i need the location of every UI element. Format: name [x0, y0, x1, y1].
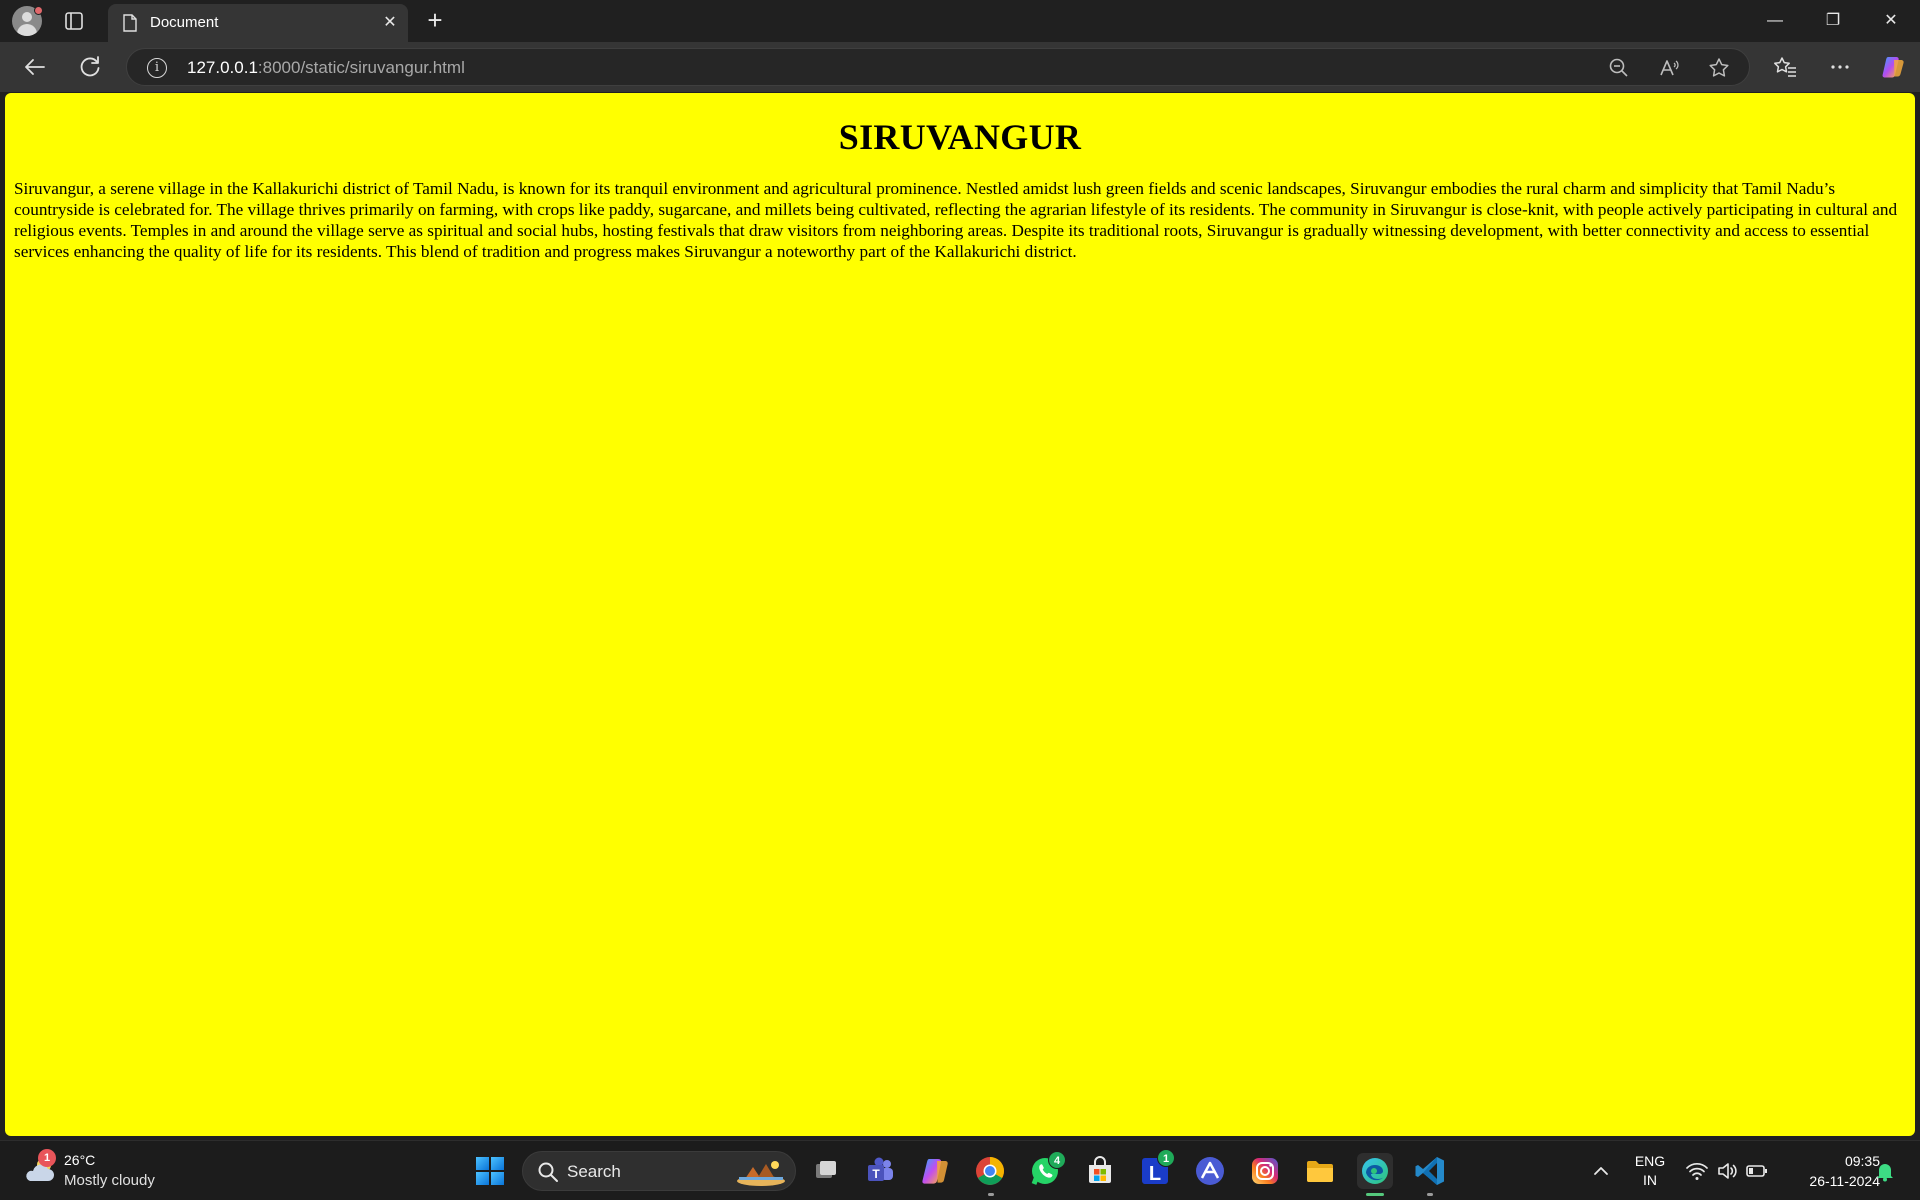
- vscode-running-indicator: [1427, 1193, 1433, 1196]
- minimize-icon[interactable]: —: [1752, 6, 1798, 36]
- close-tab-icon[interactable]: ✕: [380, 13, 400, 33]
- page-paragraph: Siruvangur, a serene village in the Kall…: [14, 179, 1898, 261]
- profile-notification-dot: [34, 6, 43, 15]
- clock-time: 09:35: [1844, 1153, 1880, 1169]
- volume-icon[interactable]: [1715, 1159, 1739, 1183]
- more-options-icon[interactable]: [1827, 54, 1853, 80]
- windows-start-icon[interactable]: [474, 1155, 506, 1187]
- copilot-icon[interactable]: [1880, 54, 1906, 80]
- show-hidden-icons-chevron-icon[interactable]: [1590, 1160, 1612, 1182]
- clock-date: 26-11-2024: [1809, 1173, 1880, 1189]
- tab-title: Document: [150, 14, 219, 31]
- arc-app-icon[interactable]: [1192, 1153, 1228, 1189]
- url-path: :8000/static/siruvangur.html: [257, 58, 465, 77]
- search-label: Search: [567, 1162, 621, 1181]
- tab-actions-icon[interactable]: [62, 10, 86, 32]
- chrome-icon[interactable]: [972, 1153, 1008, 1189]
- url-host: 127.0.0.1: [187, 58, 258, 77]
- l-app-badge: 1: [1157, 1149, 1175, 1167]
- browser-toolbar: i 127.0.0.1:8000/static/siruvangur.html: [0, 42, 1920, 92]
- edge-active-indicator: [1366, 1193, 1384, 1196]
- microsoft-store-icon[interactable]: [1082, 1153, 1118, 1189]
- weather-temperature: 26°C: [64, 1152, 96, 1168]
- edge-icon[interactable]: [1357, 1153, 1393, 1189]
- zoom-out-icon[interactable]: [1607, 56, 1631, 80]
- page-icon: [123, 14, 137, 32]
- file-explorer-icon[interactable]: [1302, 1153, 1338, 1189]
- back-arrow-icon[interactable]: [20, 52, 50, 82]
- favorites-icon[interactable]: [1772, 54, 1798, 80]
- instagram-icon[interactable]: [1247, 1153, 1283, 1189]
- whatsapp-badge: 4: [1048, 1151, 1066, 1169]
- site-info-icon[interactable]: i: [147, 58, 167, 78]
- page-viewport: SIRUVANGUR Siruvangur, a serene village …: [5, 93, 1915, 1136]
- chrome-running-indicator: [988, 1193, 994, 1196]
- weather-alert-badge: 1: [38, 1149, 56, 1167]
- taskbar: 1 26°C Mostly cloudy Search T 4 L 1 ENG …: [0, 1140, 1920, 1200]
- task-view-icon[interactable]: [808, 1153, 844, 1189]
- svg-text:T: T: [872, 1167, 880, 1181]
- tab-document[interactable]: Document ✕: [108, 4, 408, 42]
- page-heading: SIRUVANGUR: [838, 117, 1082, 157]
- battery-icon[interactable]: [1745, 1159, 1769, 1183]
- taskbar-search[interactable]: Search: [522, 1151, 796, 1191]
- close-window-icon[interactable]: ✕: [1868, 6, 1914, 36]
- url-text[interactable]: 127.0.0.1:8000/static/siruvangur.html: [187, 58, 465, 78]
- copilot-app-icon[interactable]: [917, 1153, 953, 1189]
- notification-bell-icon[interactable]: [1874, 1160, 1896, 1182]
- svg-text:L: L: [1149, 1163, 1161, 1185]
- language-code: ENG: [1634, 1153, 1666, 1169]
- new-tab-icon[interactable]: +: [422, 7, 448, 34]
- favorite-star-icon[interactable]: [1707, 56, 1731, 80]
- address-bar[interactable]: i 127.0.0.1:8000/static/siruvangur.html: [126, 48, 1750, 86]
- refresh-icon[interactable]: [75, 52, 105, 82]
- wifi-icon[interactable]: [1685, 1159, 1709, 1183]
- search-icon: [538, 1162, 558, 1182]
- restore-icon[interactable]: ❐: [1810, 6, 1856, 36]
- vscode-icon[interactable]: [1412, 1153, 1448, 1189]
- read-aloud-icon[interactable]: [1657, 56, 1681, 80]
- title-bar: Document ✕ + — ❐ ✕: [0, 0, 1920, 42]
- search-highlight-illustration-icon: [737, 1161, 785, 1186]
- teams-icon[interactable]: T: [862, 1153, 898, 1189]
- weather-condition: Mostly cloudy: [64, 1172, 155, 1189]
- language-region: IN: [1643, 1172, 1657, 1188]
- system-clock[interactable]: 09:35 26-11-2024: [1780, 1151, 1880, 1191]
- language-indicator[interactable]: ENG IN: [1630, 1152, 1670, 1190]
